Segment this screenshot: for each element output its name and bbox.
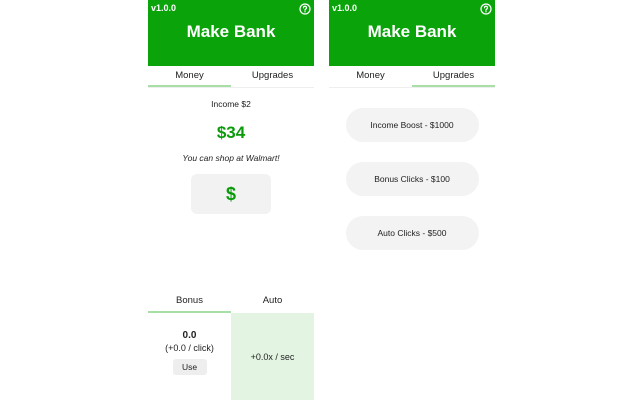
shop-message: You can shop at Walmart! — [182, 153, 280, 163]
auto-clicks-button[interactable]: Auto Clicks - $500 — [345, 216, 479, 250]
version-label: v1.0.0 — [151, 3, 177, 13]
money-balance: $34 — [216, 123, 246, 142]
income-boost-button[interactable]: Income Boost - $1000 — [345, 108, 479, 142]
bonus-column: 0.0 (+0.0 / click) Use — [148, 313, 231, 400]
auto-column: +0.0x / sec — [231, 313, 314, 400]
app-header: v1.0.0 Make Bank — [148, 0, 314, 66]
tab-upgrades[interactable]: Upgrades — [412, 66, 495, 87]
bottom-content: 0.0 (+0.0 / click) Use +0.0x / sec — [148, 313, 314, 400]
bottom-tabs: Bonus Auto — [148, 291, 314, 313]
version-label: v1.0.0 — [332, 3, 358, 13]
main-tabs: Money Upgrades — [329, 66, 495, 88]
income-label: Income $2 — [211, 99, 251, 109]
tab-money[interactable]: Money — [329, 66, 412, 87]
bonus-clicks-button[interactable]: Bonus Clicks - $100 — [345, 162, 479, 196]
tab-auto[interactable]: Auto — [231, 291, 314, 313]
help-icon[interactable] — [480, 3, 492, 15]
money-panel: v1.0.0 Make Bank Money Upgrades Income $… — [148, 0, 314, 400]
app-header: v1.0.0 Make Bank — [329, 0, 495, 66]
bonus-value: 0.0 — [182, 330, 197, 341]
upgrades-panel: v1.0.0 Make Bank Money Upgrades Income B… — [329, 0, 495, 260]
tab-upgrades[interactable]: Upgrades — [231, 66, 314, 87]
tab-money[interactable]: Money — [148, 66, 231, 87]
tab-bonus[interactable]: Bonus — [148, 291, 231, 313]
app-title: Make Bank — [186, 22, 276, 41]
bonus-rate: (+0.0 / click) — [165, 343, 214, 353]
earn-money-button[interactable]: $ — [191, 174, 271, 214]
help-icon[interactable] — [299, 3, 311, 15]
use-bonus-button[interactable]: Use — [172, 359, 207, 375]
auto-rate: +0.0x / sec — [250, 351, 295, 362]
main-tabs: Money Upgrades — [148, 66, 314, 88]
upgrade-list: Income Boost - $1000 Bonus Clicks - $100… — [329, 88, 495, 250]
app-title: Make Bank — [367, 22, 457, 41]
bonus-auto-section: Bonus Auto 0.0 (+0.0 / click) Use +0.0x … — [148, 291, 314, 400]
